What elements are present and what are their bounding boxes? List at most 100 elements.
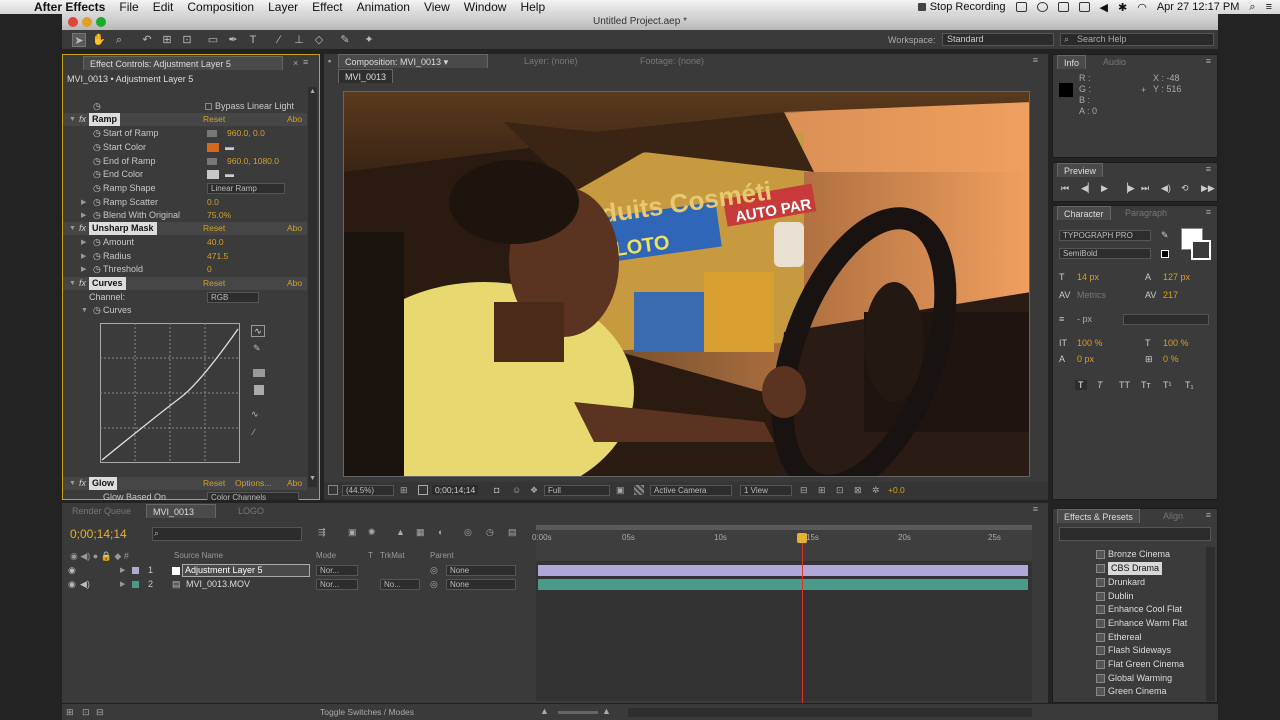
prev-frame-icon[interactable]: ◀▏ [1081,183,1095,194]
preset-item[interactable]: Flash Sideways [1108,644,1171,657]
tab-render-queue[interactable]: Render Queue [66,504,137,518]
zoom-in-icon[interactable]: ▲ [602,706,611,716]
label-color-swatch[interactable] [132,581,139,588]
parent-select[interactable]: None [446,565,516,576]
workspace-select[interactable]: Standard [942,33,1054,46]
panel-menu-icon[interactable]: ≡ [303,57,308,67]
preset-item[interactable]: Enhance Cool Flat [1108,603,1182,616]
time-ruler[interactable] [536,525,1032,561]
exposure-icon[interactable]: ✲ [872,485,880,496]
threshold-value[interactable]: 0 [207,263,212,276]
preset-item-selected[interactable]: CBS Drama [1108,562,1163,575]
crosshair-icon[interactable] [207,130,217,137]
shy-icon[interactable]: ✺ [368,527,376,538]
effect-unsharp-header[interactable]: ▼ fx Unsharp Mask Reset Abo [63,222,307,235]
end-color-swatch[interactable] [207,170,219,179]
stopwatch-icon[interactable]: ◷ [93,304,101,317]
expand-modes-icon[interactable]: ⊡ [82,707,90,718]
menu-help[interactable]: Help [520,0,545,14]
superscript-icon[interactable]: T¹ [1163,380,1172,390]
col-t[interactable]: T [368,551,373,560]
about-link[interactable]: Abo [287,113,302,126]
swap-colors-icon[interactable] [1161,250,1169,258]
fx-badge[interactable]: fx [79,222,86,235]
tab-layer[interactable]: Layer: (none) [518,54,584,68]
curves-graph[interactable] [100,323,240,463]
visibility-eye-icon[interactable]: ◉ [68,578,76,591]
clock[interactable]: Apr 27 12:17 PM [1157,1,1240,13]
start-of-ramp-value[interactable]: 960.0, 0.0 [227,127,265,140]
stopwatch-icon[interactable]: ◷ [93,141,101,154]
display-icon[interactable] [1057,2,1069,12]
label-color-swatch[interactable] [132,567,139,574]
kerning-value[interactable]: Metrics [1077,290,1106,300]
tab-timeline-logo[interactable]: LOGO [232,504,270,518]
audio-icon[interactable]: ◀) [1161,183,1171,194]
toggle-pixel-icon[interactable]: ⊟ [800,485,808,496]
font-family-select[interactable]: TYPOGRAPH PRO [1059,230,1151,241]
expand-triangle-icon[interactable]: ▼ [69,113,76,126]
search-spotlight-icon[interactable]: ⌕ [1249,1,1255,14]
tab-paragraph[interactable]: Paragraph [1119,206,1173,220]
close-window-button[interactable] [68,17,78,27]
effect-glow-header[interactable]: ▼ fx Glow Reset Options... Abo [63,477,307,490]
save-icon[interactable] [254,385,264,395]
parent-pickwhip-icon[interactable]: ◎ [430,578,438,591]
stopwatch-icon[interactable]: ◷ [93,182,101,195]
zoom-slider[interactable] [558,711,598,714]
font-style-select[interactable]: SemiBold [1059,248,1151,259]
fast-previews-icon[interactable]: ⊞ [818,485,826,496]
record-icon[interactable] [917,3,926,11]
expand-triangle-icon[interactable]: ▶ [81,263,86,276]
expand-triangle-icon[interactable]: ▶ [81,209,86,222]
zoom-window-button[interactable] [96,17,106,27]
view-layout-select[interactable]: 1 View [740,485,792,496]
about-link[interactable]: Abo [287,222,302,235]
tab-composition[interactable]: Composition: MVI_0013 ▾ [338,54,488,68]
preset-item[interactable]: Ethereal [1108,631,1142,644]
layer-bar-footage[interactable] [538,579,1028,590]
menu-edit[interactable]: Edit [153,0,174,14]
list-icon[interactable]: ≡ [1266,1,1272,13]
layer-bar-adjustment[interactable] [538,565,1028,576]
graph-editor-icon[interactable]: ◷ [486,527,494,538]
reset-link[interactable]: Reset [203,277,225,290]
current-time-display[interactable]: 0;00;14;14 [432,485,479,495]
tab-align[interactable]: Align [1157,509,1189,523]
expand-triangle-icon[interactable]: ▼ [69,277,76,290]
timeline-scrollbar[interactable] [628,708,1032,717]
eyedropper-icon[interactable]: ▬ [225,168,234,181]
layer-name[interactable]: Adjustment Layer 5 [182,564,310,577]
effect-ramp-header[interactable]: ▼ fx Ramp Reset Abo [63,113,307,126]
eraser-tool-icon[interactable]: ◇ [312,33,326,47]
rotate-tool-icon[interactable]: ↶ [140,33,154,47]
always-preview-icon[interactable] [328,485,338,495]
menu-composition[interactable]: Composition [187,0,254,14]
smooth-icon[interactable]: ∿ [251,409,259,420]
pan-behind-tool-icon[interactable]: ⊡ [180,33,194,47]
auto-keyframe-icon[interactable]: ◎ [464,527,472,538]
panel-menu-icon[interactable]: ≡ [1206,56,1211,66]
start-color-swatch[interactable] [207,143,219,152]
playhead-handle[interactable] [797,533,807,543]
loop-icon[interactable]: ⟲ [1181,183,1189,194]
timeline-timecode[interactable]: 0;00;14;14 [70,527,127,541]
menu-layer[interactable]: Layer [268,0,298,14]
expand-layer-switches-icon[interactable]: ⊞ [66,707,74,718]
layer-name[interactable]: MVI_0013.MOV [186,578,250,591]
baseline-shift-value[interactable]: 0 px [1077,354,1094,364]
vertical-scale-value[interactable]: 100 % [1077,338,1103,348]
audio-icon[interactable]: ◀) [80,578,90,591]
lock-icon[interactable]: ▪ [328,56,331,66]
subscript-icon[interactable]: T₁ [1185,380,1194,390]
preset-item[interactable]: Green Cinema [1108,685,1167,698]
next-frame-icon[interactable]: ▕▶ [1121,183,1135,194]
preset-item[interactable]: Bronze Cinema [1108,548,1170,561]
menu-animation[interactable]: Animation [357,0,410,14]
expand-triangle-icon[interactable]: ▶ [81,250,86,263]
menu-file[interactable]: File [119,0,138,14]
radius-value[interactable]: 471.5 [207,250,228,263]
open-icon[interactable] [253,369,265,377]
zoom-tool-icon[interactable]: ⌕ [112,33,126,47]
menu-effect[interactable]: Effect [312,0,342,14]
